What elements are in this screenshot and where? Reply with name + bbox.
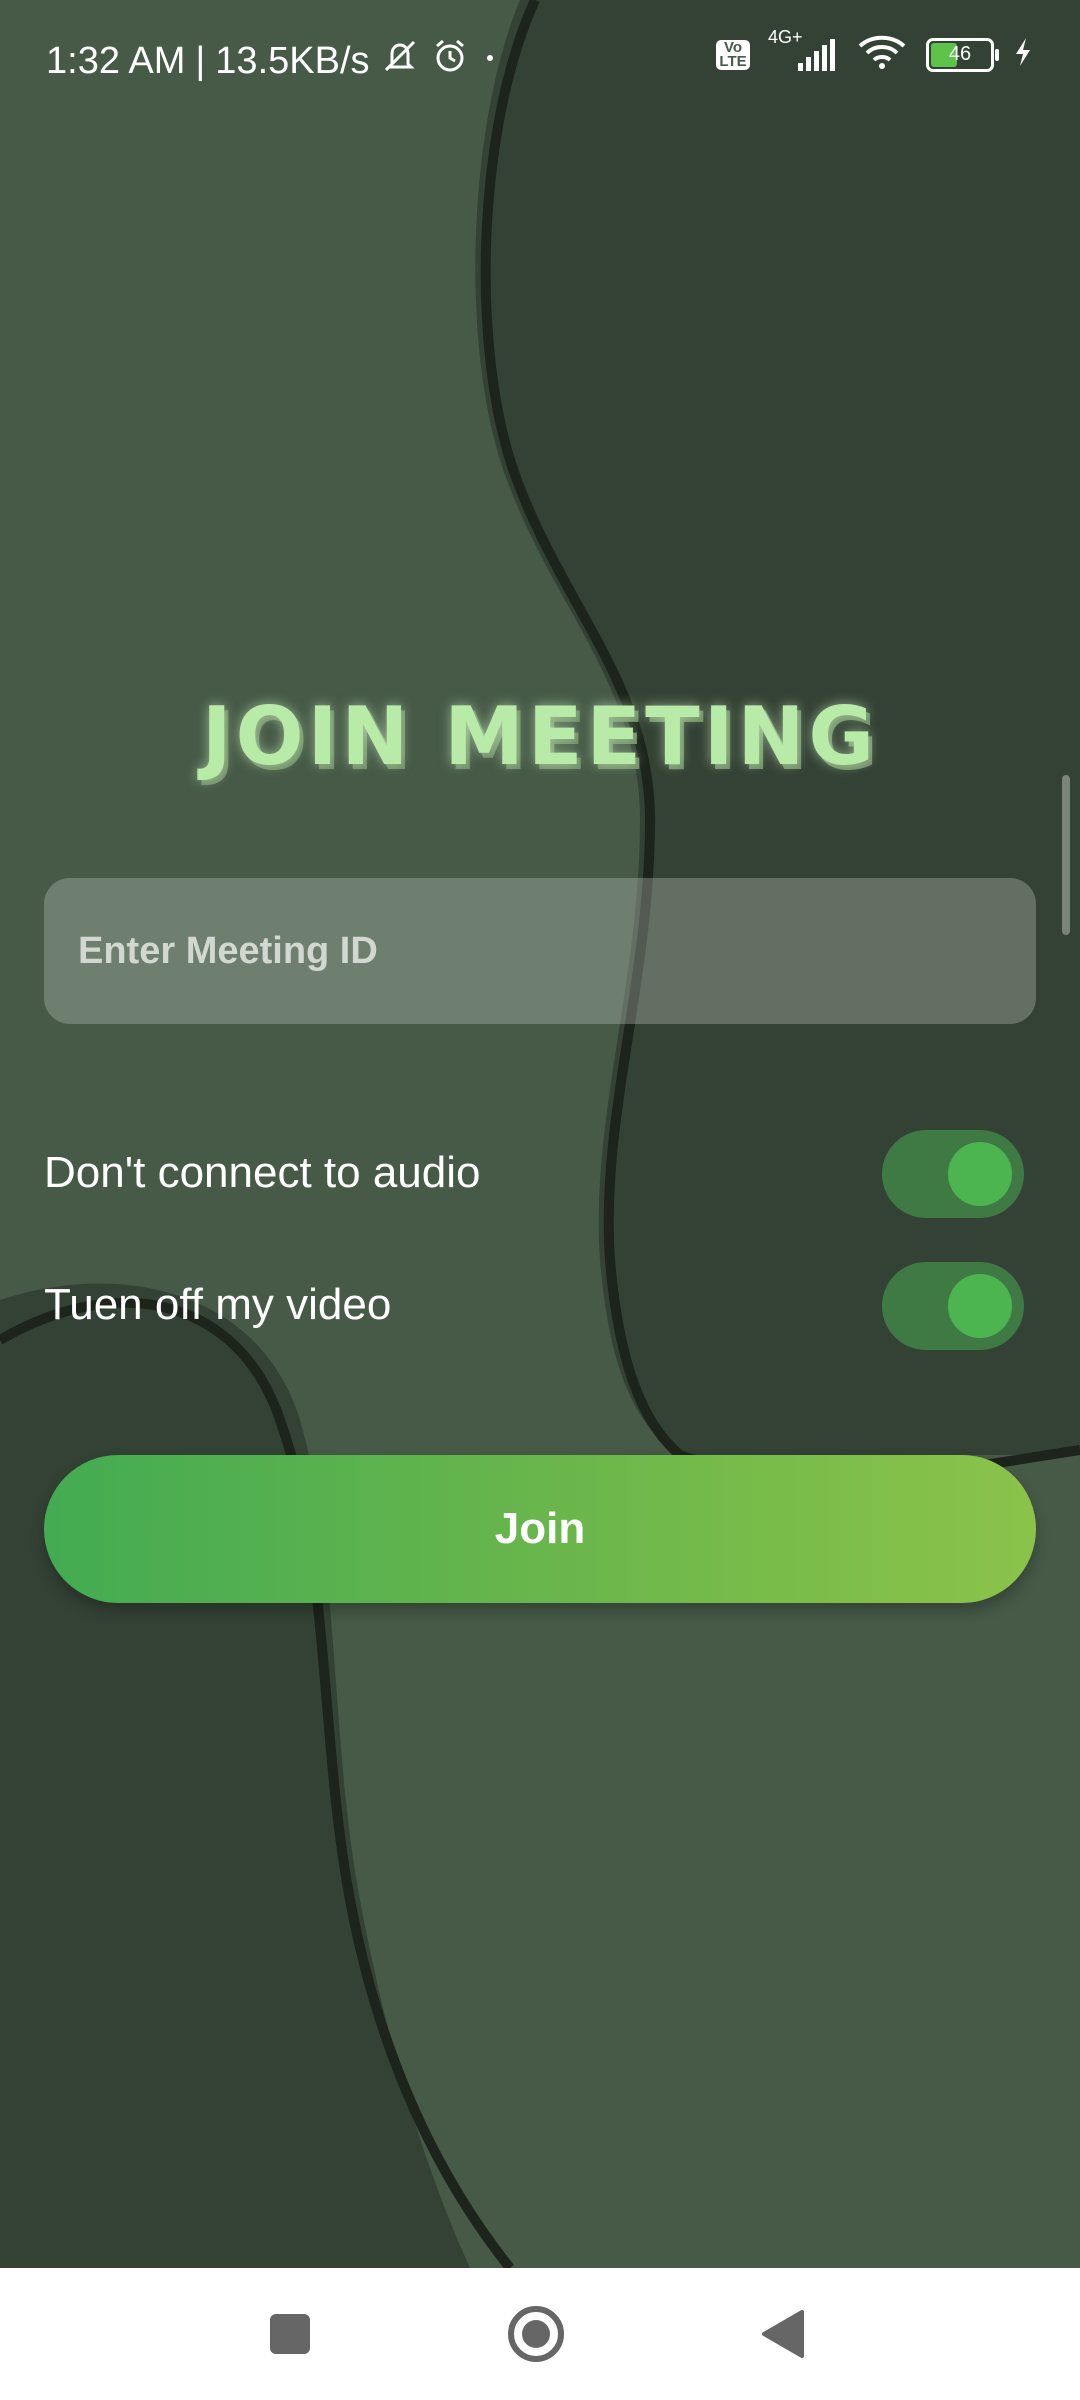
recents-square-icon[interactable] bbox=[230, 2268, 350, 2400]
volte-icon: Vo LTE bbox=[716, 39, 750, 70]
status-net-speed: 13.5KB/s bbox=[215, 39, 370, 82]
navigation-bar bbox=[0, 2268, 1080, 2400]
battery-icon: 46 bbox=[926, 37, 999, 72]
video-toggle[interactable] bbox=[882, 1262, 1024, 1350]
status-left: 1:32 AM | 13.5KB/s bbox=[46, 36, 500, 86]
audio-toggle[interactable] bbox=[882, 1130, 1024, 1218]
status-right: Vo LTE 4G+ 46 bbox=[716, 27, 1034, 77]
option-label-audio: Don't connect to audio bbox=[44, 1148, 481, 1197]
scrollbar[interactable] bbox=[1062, 775, 1070, 935]
back-triangle-icon[interactable] bbox=[722, 2268, 842, 2400]
charging-icon bbox=[1012, 32, 1034, 77]
meeting-id-input[interactable] bbox=[44, 878, 1036, 1024]
toggle-knob bbox=[948, 1142, 1012, 1206]
status-bar: 1:32 AM | 13.5KB/s Vo LTE 4G+ 46 bbox=[0, 0, 1080, 120]
option-label-video: Tuen off my video bbox=[44, 1280, 392, 1329]
status-separator: | bbox=[195, 39, 206, 82]
toggle-knob bbox=[948, 1274, 1012, 1338]
network-type: 4G+ bbox=[768, 26, 803, 47]
page-title: JOIN MEETING bbox=[201, 690, 879, 783]
signal-icon: 4G+ bbox=[768, 27, 838, 75]
status-time: 1:32 AM bbox=[46, 39, 186, 82]
home-circle-icon[interactable] bbox=[476, 2268, 596, 2400]
alarm-icon bbox=[430, 36, 470, 86]
dot-icon bbox=[480, 36, 500, 86]
join-button[interactable]: Join bbox=[44, 1455, 1036, 1603]
battery-level: 46 bbox=[948, 43, 972, 65]
mute-icon bbox=[380, 36, 420, 86]
wifi-icon bbox=[856, 32, 908, 77]
